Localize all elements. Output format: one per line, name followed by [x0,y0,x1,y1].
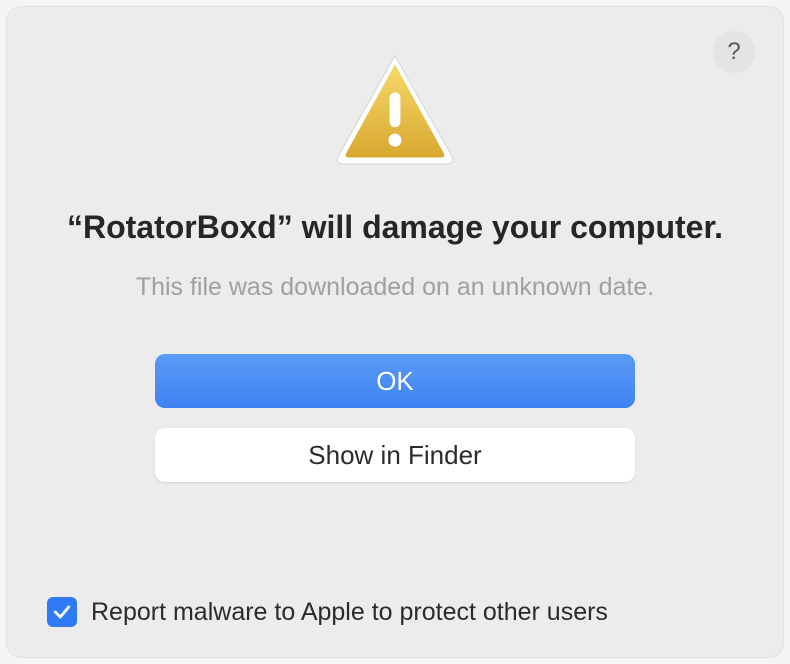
checkmark-icon [52,602,72,622]
ok-button[interactable]: OK [155,354,635,408]
alert-title: “RotatorBoxd” will damage your computer. [67,207,723,247]
help-icon: ? [727,38,740,66]
report-malware-checkbox[interactable] [47,597,77,627]
alert-subtitle: This file was downloaded on an unknown d… [136,273,654,302]
show-in-finder-button[interactable]: Show in Finder [155,428,635,482]
help-button[interactable]: ? [713,31,755,73]
button-group: OK Show in Finder [155,354,635,482]
report-malware-row: Report malware to Apple to protect other… [47,597,608,627]
warning-icon [330,47,460,177]
alert-dialog: ? “RotatorBoxd” will damage your compute… [7,7,783,657]
report-malware-label[interactable]: Report malware to Apple to protect other… [91,598,608,627]
